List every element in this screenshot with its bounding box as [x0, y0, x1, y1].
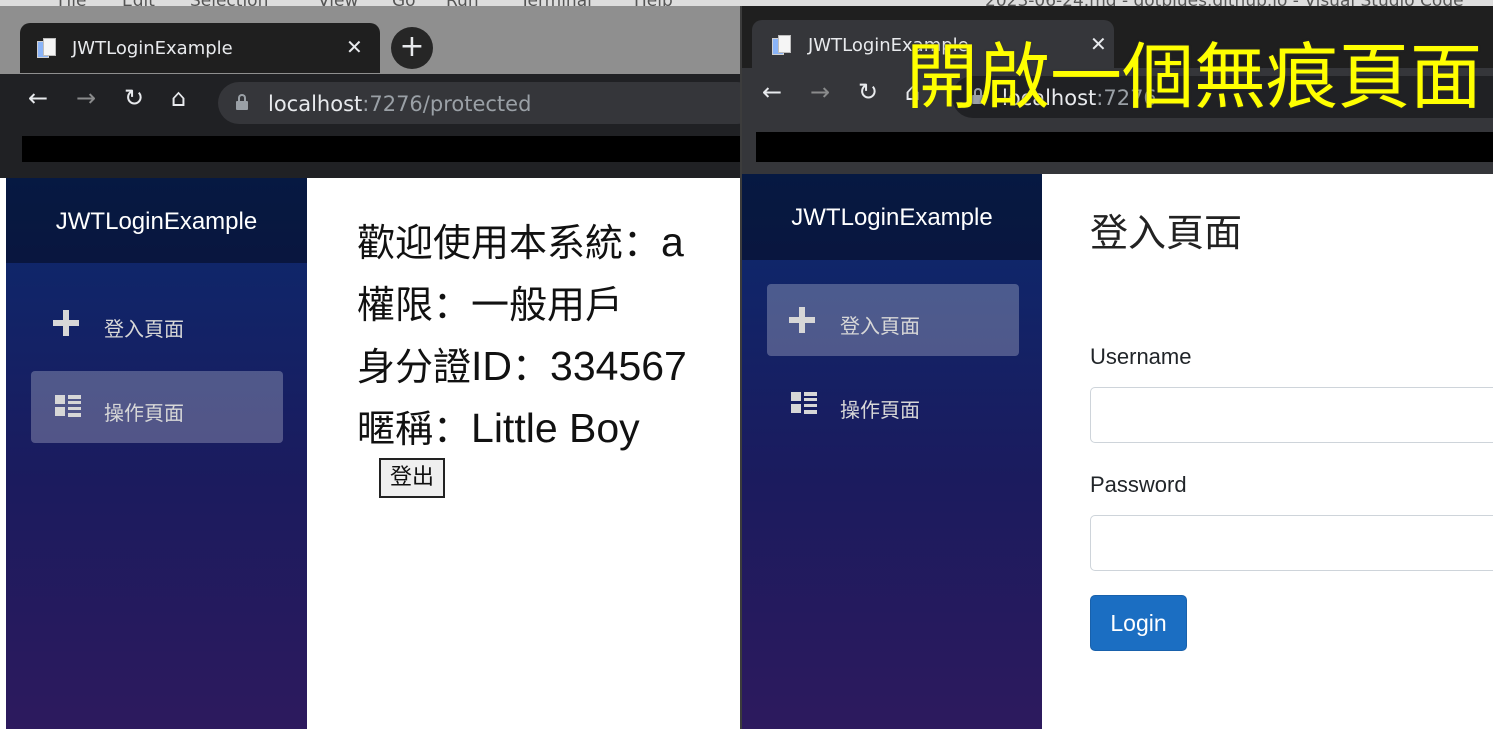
sidebar: JWTLoginExample 登入頁面 操作頁面 — [742, 174, 1042, 729]
tab-title: JWTLoginExample — [72, 38, 233, 59]
id-line: 身分證ID：334567 — [357, 343, 687, 389]
login-content: 登入頁面 Username Password Login — [1042, 174, 1493, 729]
forward-arrow-icon[interactable]: → — [810, 78, 830, 106]
welcome-line: 歡迎使用本系統：a — [357, 219, 684, 265]
sidebar-item-label: 操作頁面 — [104, 401, 184, 425]
protected-content: 歡迎使用本系統：a 權限：一般用戶 身分證ID：334567 暱稱：Little… — [307, 178, 740, 729]
bookmarks-bar — [742, 122, 1493, 174]
browser-window-normal: JWTLoginExample ✕ + ← → ↻ ⌂ localhost:72… — [0, 6, 740, 729]
plus-icon — [53, 310, 79, 336]
blazor-app: JWTLoginExample 登入頁面 操作頁面 — [742, 174, 1493, 729]
sidebar: JWTLoginExample 登入頁面 操作頁面 — [6, 178, 307, 729]
new-tab-button[interactable]: + — [391, 27, 433, 69]
redacted-bookmarks — [22, 136, 740, 162]
nickname-line: 暱稱：Little Boy — [357, 405, 640, 451]
bookmarks-bar — [0, 128, 740, 178]
browser-toolbar: ← → ↻ ⌂ localhost:7276/protected — [0, 74, 740, 132]
blazor-app: JWTLoginExample 登入頁面 操作頁面 — [0, 178, 740, 729]
sidebar-item-label: 登入頁面 — [104, 317, 184, 341]
address-bar[interactable]: localhost:7276/protected — [218, 82, 740, 124]
page-icon — [37, 38, 57, 60]
page-title: 登入頁面 — [1090, 211, 1243, 255]
reload-icon[interactable]: ↻ — [858, 78, 878, 106]
brand-text: JWTLoginExample — [55, 208, 258, 235]
screenshot-root: File Edit Selection View Go Run Terminal… — [0, 0, 1493, 729]
sidebar-item-login[interactable]: 登入頁面 — [767, 284, 1019, 356]
annotation-caption: 開啟一個無痕頁面 — [906, 35, 1483, 119]
navbar-brand[interactable]: JWTLoginExample — [6, 178, 307, 263]
back-arrow-icon[interactable]: ← — [762, 78, 782, 106]
sidebar-item-login[interactable]: 登入頁面 — [31, 287, 283, 359]
list-icon — [791, 392, 817, 414]
password-label: Password — [1090, 472, 1187, 497]
brand-text: JWTLoginExample — [791, 204, 993, 231]
sidebar-item-operations[interactable]: 操作頁面 — [31, 371, 283, 443]
url-text: localhost:7276/protected — [268, 92, 532, 116]
username-label: Username — [1090, 344, 1192, 369]
page-icon — [772, 35, 792, 57]
close-icon[interactable]: ✕ — [346, 35, 363, 59]
login-button[interactable]: Login — [1090, 595, 1187, 651]
navbar-brand[interactable]: JWTLoginExample — [742, 174, 1042, 260]
sidebar-item-label: 登入頁面 — [840, 314, 920, 338]
reload-icon[interactable]: ↻ — [124, 84, 144, 112]
list-icon — [55, 395, 81, 417]
password-input[interactable] — [1090, 515, 1493, 571]
sidebar-item-label: 操作頁面 — [840, 398, 920, 422]
browser-tab[interactable]: JWTLoginExample ✕ — [20, 23, 380, 73]
lock-icon — [236, 94, 248, 110]
role-line: 權限：一般用戶 — [357, 283, 624, 327]
home-icon[interactable]: ⌂ — [171, 84, 186, 112]
tab-strip: JWTLoginExample ✕ + — [0, 6, 740, 74]
logout-button[interactable]: 登出 — [379, 458, 445, 498]
forward-arrow-icon[interactable]: → — [76, 84, 96, 112]
redacted-bookmarks — [756, 132, 1493, 162]
plus-icon — [789, 307, 815, 333]
username-input[interactable] — [1090, 387, 1493, 443]
sidebar-item-operations[interactable]: 操作頁面 — [767, 368, 1019, 440]
back-arrow-icon[interactable]: ← — [28, 84, 48, 112]
